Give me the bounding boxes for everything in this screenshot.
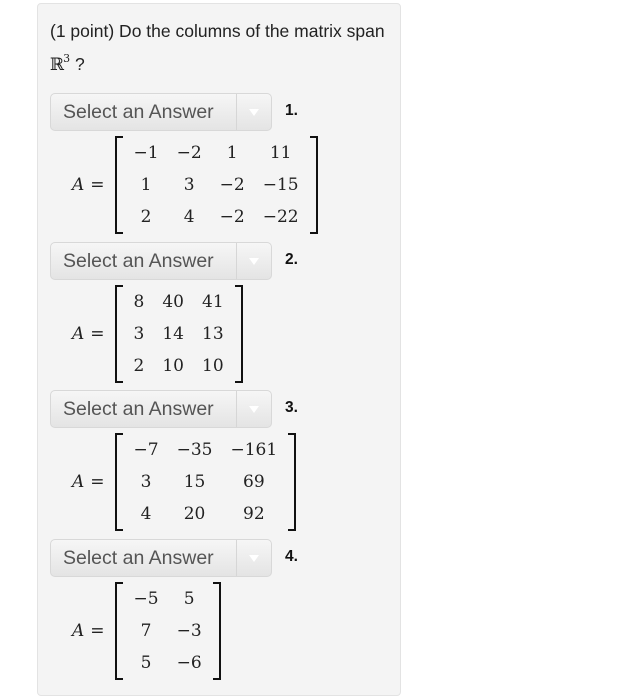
matrix-entry: −22 [262,207,299,227]
dropdown-triangle-icon[interactable] [236,243,271,279]
matrix-entry: 20 [183,504,206,524]
question-suffix: ? [75,54,85,74]
question-prefix: (1 point) Do the columns of the matrix s… [50,21,385,41]
dropdown-triangle-icon[interactable] [236,391,271,427]
matrix-entry: 1 [226,143,238,163]
matrix-label: A = [72,324,105,344]
matrix-entry: −35 [176,440,213,460]
answer-select-1[interactable]: Select an Answer [50,93,272,131]
matrix-equation: A = −1 −2 1 11 1 3 −2 −15 2 4 −2 −22 [72,136,318,234]
dropdown-triangle-icon[interactable] [236,540,271,576]
matrix-equation: A = 8 40 41 3 14 13 2 10 10 [72,285,243,383]
matrix-entry: 92 [243,504,265,524]
answer-select-4[interactable]: Select an Answer [50,539,272,577]
matrix-row: 2 4 −2 −22 [125,201,308,233]
matrix-entry: 4 [140,504,152,524]
matrix-row: 4 20 92 [125,498,287,530]
matrix-entry: 11 [269,143,292,163]
matrix-entry: −2 [219,207,245,227]
matrix-row: 1 3 −2 −15 [125,169,308,201]
question-panel: (1 point) Do the columns of the matrix s… [37,3,401,696]
matrix: −5 5 7 −3 5 −6 [114,582,221,680]
matrix-entry: 41 [202,292,224,312]
matrix-entry: 8 [133,292,145,312]
space-exponent: 3 [63,52,71,65]
matrix-equation: A = −5 5 7 −3 5 −6 [72,582,221,680]
matrix-entry: 2 [133,356,145,376]
part-number: 1. [285,102,298,119]
answer-select-label: Select an Answer [63,101,214,123]
matrix-row: 5 −6 [125,647,211,679]
matrix-row: 2 10 10 [125,350,233,382]
matrix-entry: −6 [176,653,202,673]
matrix-entry: 10 [202,356,224,376]
part-number: 2. [285,251,298,268]
matrix-label: A = [72,621,105,641]
matrix-entry: 5 [140,653,152,673]
matrix-entry: 2 [140,207,152,227]
matrix-entry: −15 [262,175,299,195]
matrix-entry: −1 [133,143,159,163]
matrix-row: 3 14 13 [125,318,233,350]
matrix-entry: −161 [230,440,278,460]
part-number: 3. [285,399,298,416]
matrix: 8 40 41 3 14 13 2 10 10 [114,285,243,383]
answer-select-label: Select an Answer [63,398,214,420]
matrix-entry: −3 [176,621,202,641]
answer-select-3[interactable]: Select an Answer [50,390,272,428]
question-text: (1 point) Do the columns of the matrix s… [50,18,390,79]
matrix-entry: 4 [183,207,195,227]
matrix: −1 −2 1 11 1 3 −2 −15 2 4 −2 −22 [114,136,318,234]
matrix-entry: 7 [140,621,152,641]
part-number: 4. [285,548,298,565]
matrix-label: A = [72,472,105,492]
matrix-label: A = [72,175,105,195]
answer-select-label: Select an Answer [63,547,214,569]
matrix-entry: −2 [176,143,202,163]
matrix-entry: 40 [162,292,184,312]
matrix-entry: 3 [133,324,145,344]
matrix-entry: 1 [140,175,152,195]
matrix-entry: 10 [162,356,184,376]
answer-select-label: Select an Answer [63,250,214,272]
matrix-row: −5 5 [125,583,211,615]
matrix-entry: 14 [162,324,184,344]
matrix-entry: 3 [140,472,152,492]
matrix-entry: 13 [202,324,224,344]
matrix-row: −7 −35 −161 [125,434,287,466]
matrix-equation: A = −7 −35 −161 3 15 69 4 20 92 [72,433,297,531]
matrix-row: −1 −2 1 11 [125,137,308,169]
matrix-entry: 5 [183,589,195,609]
matrix-entry: −2 [219,175,245,195]
matrix-entry: 3 [183,175,195,195]
matrix-entry: 15 [183,472,206,492]
matrix-entry: 69 [243,472,265,492]
answer-select-2[interactable]: Select an Answer [50,242,272,280]
matrix-entry: −7 [133,440,159,460]
matrix-entry: −5 [133,589,159,609]
matrix: −7 −35 −161 3 15 69 4 20 92 [114,433,297,531]
dropdown-triangle-icon[interactable] [236,94,271,130]
matrix-row: 3 15 69 [125,466,287,498]
matrix-row: 8 40 41 [125,286,233,318]
matrix-row: 7 −3 [125,615,211,647]
